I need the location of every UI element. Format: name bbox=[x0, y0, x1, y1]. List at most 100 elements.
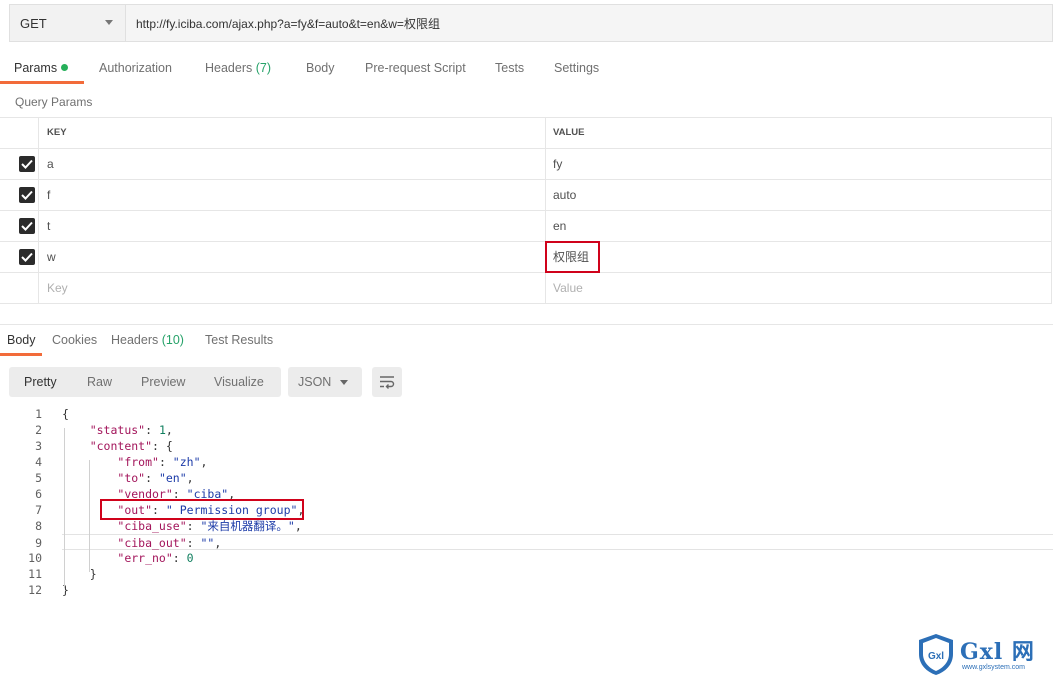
highlight-annotation bbox=[545, 241, 600, 273]
table-row-new: Key Value bbox=[0, 273, 1052, 304]
method-select[interactable]: GET bbox=[9, 4, 125, 42]
code-text: "ciba_out": "", bbox=[62, 535, 221, 551]
param-key[interactable]: w bbox=[39, 242, 546, 272]
line-number: 11 bbox=[28, 567, 42, 581]
table-row: t en bbox=[0, 211, 1052, 242]
visualize-button[interactable]: Visualize bbox=[214, 375, 264, 389]
format-select[interactable]: JSON bbox=[288, 367, 362, 397]
method-label: GET bbox=[20, 15, 47, 31]
tab-count: (10) bbox=[161, 333, 184, 347]
checkbox-cell bbox=[0, 149, 39, 179]
code-line: 4 "from": "zh", bbox=[0, 454, 1053, 470]
json-punct: , bbox=[165, 423, 173, 437]
tab-response-headers[interactable]: Headers (10) bbox=[111, 333, 184, 347]
watermark-url: www.gxlsystem.com bbox=[962, 664, 1026, 671]
tab-authorization[interactable]: Authorization bbox=[99, 61, 172, 75]
tab-cookies[interactable]: Cookies bbox=[52, 333, 97, 347]
row-checkbox[interactable] bbox=[19, 218, 35, 234]
param-value[interactable]: fy bbox=[546, 149, 1052, 179]
pretty-button[interactable]: Pretty bbox=[24, 375, 57, 389]
param-key[interactable]: a bbox=[39, 149, 546, 179]
table-header: KEY VALUE bbox=[0, 118, 1052, 149]
highlight-annotation bbox=[100, 499, 304, 520]
check-icon bbox=[21, 252, 33, 262]
json-punct: : bbox=[186, 519, 201, 533]
line-number: 4 bbox=[35, 455, 42, 469]
json-number: 0 bbox=[186, 551, 194, 565]
request-tabs: Params Authorization Headers (7) Body Pr… bbox=[0, 54, 1053, 84]
tab-params[interactable]: Params bbox=[14, 61, 69, 75]
json-punct: : bbox=[158, 455, 173, 469]
new-value-input[interactable]: Value bbox=[546, 273, 1052, 303]
table-row: w 权限组 bbox=[0, 242, 1052, 273]
tab-label: Headers bbox=[111, 333, 159, 347]
wrap-lines-button[interactable] bbox=[372, 367, 402, 397]
json-punct: : bbox=[145, 423, 159, 437]
tab-settings[interactable]: Settings bbox=[554, 61, 599, 75]
param-value[interactable]: en bbox=[546, 211, 1052, 241]
checkbox-cell bbox=[0, 242, 39, 272]
checkbox-cell bbox=[0, 273, 39, 303]
active-tab-underline bbox=[0, 81, 84, 84]
tab-label: Tests bbox=[495, 61, 525, 75]
check-icon bbox=[21, 190, 33, 200]
param-value[interactable]: auto bbox=[546, 180, 1052, 210]
preview-button[interactable]: Preview bbox=[141, 375, 185, 389]
tab-pre-request-script[interactable]: Pre-request Script bbox=[365, 61, 466, 75]
json-string: "zh" bbox=[172, 455, 201, 469]
code-line: 12} bbox=[0, 582, 1053, 598]
tab-response-body[interactable]: Body bbox=[7, 333, 36, 347]
code-text: "status": 1, bbox=[62, 422, 173, 438]
tab-body[interactable]: Body bbox=[306, 61, 335, 75]
json-string: "" bbox=[200, 536, 215, 550]
tab-label: Body bbox=[306, 61, 335, 75]
param-value[interactable]: 权限组 bbox=[546, 242, 1052, 272]
view-mode-group: Pretty Raw Preview Visualize bbox=[9, 367, 281, 397]
check-icon bbox=[21, 159, 33, 169]
code-line: 9 "ciba_out": "", bbox=[35, 534, 1053, 551]
param-key[interactable]: f bbox=[39, 180, 546, 210]
request-bar: GET http://fy.iciba.com/ajax.php?a=fy&f=… bbox=[9, 4, 1053, 42]
line-number: 7 bbox=[35, 503, 42, 517]
json-key: "ciba_out" bbox=[117, 536, 187, 550]
json-key: "ciba_use" bbox=[117, 519, 187, 533]
table-row: f auto bbox=[0, 180, 1052, 211]
json-punct: } bbox=[89, 567, 97, 581]
row-checkbox[interactable] bbox=[19, 156, 35, 172]
tab-test-results[interactable]: Test Results bbox=[205, 333, 273, 347]
new-key-input[interactable]: Key bbox=[39, 273, 546, 303]
watermark-logo: Gxl Gxl 网 www.gxlsystem.com bbox=[916, 632, 1051, 676]
line-number: 1 bbox=[35, 407, 42, 421]
chevron-down-icon bbox=[340, 380, 348, 385]
json-string: "来自机器翻译。" bbox=[200, 519, 295, 533]
tab-label: Headers bbox=[205, 61, 253, 75]
tab-tests[interactable]: Tests bbox=[495, 61, 524, 75]
line-number: 9 bbox=[35, 536, 42, 550]
indent-guide bbox=[89, 460, 90, 572]
active-tab-underline bbox=[0, 353, 42, 356]
code-line: 8 "ciba_use": "来自机器翻译。", bbox=[0, 518, 1053, 534]
url-input[interactable]: http://fy.iciba.com/ajax.php?a=fy&f=auto… bbox=[125, 4, 1053, 42]
column-header-key: KEY bbox=[39, 118, 546, 148]
param-key[interactable]: t bbox=[39, 211, 546, 241]
json-punct: : bbox=[186, 536, 201, 550]
json-key: "from" bbox=[117, 455, 159, 469]
code-line: 1{ bbox=[0, 406, 1053, 422]
line-number: 8 bbox=[35, 519, 42, 533]
column-header-value: VALUE bbox=[546, 118, 1052, 148]
json-key: "to" bbox=[117, 471, 146, 485]
json-punct: : { bbox=[152, 439, 173, 453]
chevron-down-icon bbox=[105, 20, 113, 25]
params-table: KEY VALUE a fy f auto t en w 权限组 Key Val… bbox=[0, 117, 1052, 304]
shield-icon: Gxl bbox=[919, 634, 953, 675]
line-number: 6 bbox=[35, 487, 42, 501]
check-icon bbox=[21, 221, 33, 231]
row-checkbox[interactable] bbox=[19, 249, 35, 265]
raw-button[interactable]: Raw bbox=[87, 375, 112, 389]
tab-headers[interactable]: Headers (7) bbox=[205, 61, 271, 75]
json-key: "status" bbox=[89, 423, 146, 437]
row-checkbox[interactable] bbox=[19, 187, 35, 203]
tab-label: Settings bbox=[554, 61, 600, 75]
json-punct: : bbox=[145, 471, 159, 485]
